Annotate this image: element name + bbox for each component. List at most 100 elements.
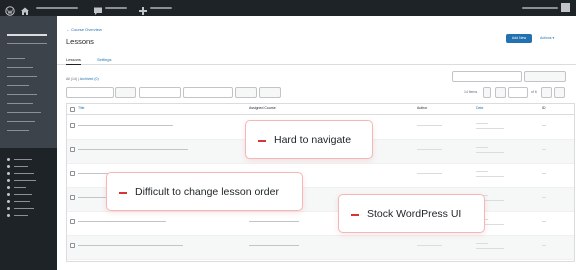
date-placeholder xyxy=(476,176,504,177)
page-title: Lessons xyxy=(66,37,94,46)
select-all-checkbox[interactable] xyxy=(70,107,75,112)
author-placeholder xyxy=(417,149,442,150)
status-filter-links: All (14) | Archived (0) xyxy=(66,77,99,81)
row-checkbox[interactable] xyxy=(70,123,75,128)
date-filter-select[interactable] xyxy=(139,87,181,98)
id-placeholder xyxy=(542,245,546,246)
id-placeholder xyxy=(542,125,546,126)
apply-button[interactable] xyxy=(115,87,136,98)
callout-text: Stock WordPress UI xyxy=(367,208,462,220)
course-placeholder xyxy=(249,245,299,246)
first-page-button[interactable] xyxy=(483,87,491,98)
sidebar-item[interactable] xyxy=(14,173,34,174)
callout-hard-to-navigate: Hard to navigate xyxy=(245,120,373,159)
current-page-input[interactable] xyxy=(508,87,528,98)
sidebar-item[interactable] xyxy=(14,201,30,202)
lesson-title-placeholder[interactable] xyxy=(78,221,166,222)
author-placeholder xyxy=(417,173,442,174)
row-checkbox[interactable] xyxy=(70,243,75,248)
column-date[interactable]: Date xyxy=(476,106,483,110)
date-placeholder xyxy=(476,248,504,249)
sidebar-subitem[interactable] xyxy=(7,76,37,77)
sidebar-subitem[interactable] xyxy=(7,121,35,122)
lesson-title-placeholder[interactable] xyxy=(78,149,188,150)
menu-dot-icon xyxy=(7,186,10,189)
search-input[interactable] xyxy=(452,71,522,82)
callout-dash-icon xyxy=(258,140,266,142)
date-placeholder xyxy=(476,128,504,129)
lesson-title-placeholder[interactable] xyxy=(78,245,183,246)
callout-lesson-order: Difficult to change lesson order xyxy=(106,172,303,211)
sidebar-item[interactable] xyxy=(14,166,28,167)
menu-dot-icon xyxy=(7,200,10,203)
actions-dropdown[interactable]: Actions ▾ xyxy=(540,34,554,43)
callout-text: Hard to navigate xyxy=(274,134,352,146)
id-placeholder xyxy=(542,221,546,222)
row-checkbox[interactable] xyxy=(70,147,75,152)
sidebar-item[interactable] xyxy=(14,215,28,216)
sidebar-subitem[interactable] xyxy=(7,112,41,113)
filter-button[interactable] xyxy=(235,87,257,98)
sidebar-subitem[interactable] xyxy=(7,58,25,59)
sidebar-item[interactable] xyxy=(14,187,26,188)
author-placeholder xyxy=(417,125,442,126)
add-new-button[interactable]: Add New xyxy=(506,34,532,43)
menu-dot-icon xyxy=(7,158,10,161)
menu-dot-icon xyxy=(7,207,10,210)
menu-dot-icon xyxy=(7,165,10,168)
callout-stock-ui: Stock WordPress UI xyxy=(338,194,485,233)
course-placeholder xyxy=(249,221,299,222)
search-button[interactable] xyxy=(524,71,566,82)
bulk-actions-select[interactable] xyxy=(66,87,114,98)
date-status-placeholder xyxy=(476,243,488,244)
row-checkbox[interactable] xyxy=(70,195,75,200)
sidebar-subitem[interactable] xyxy=(7,130,29,131)
sidebar-subitem[interactable] xyxy=(7,67,33,68)
sidebar-item[interactable] xyxy=(14,159,32,160)
id-placeholder xyxy=(542,173,546,174)
row-checkbox[interactable] xyxy=(70,171,75,176)
sidebar-active-section xyxy=(0,16,57,148)
comments-count-placeholder[interactable] xyxy=(105,7,127,9)
user-name-placeholder[interactable] xyxy=(522,7,558,9)
sidebar-item[interactable] xyxy=(7,43,47,44)
table-row[interactable] xyxy=(67,236,574,260)
sidebar-item[interactable] xyxy=(14,208,34,209)
column-title[interactable]: Title xyxy=(78,106,84,110)
site-name-placeholder[interactable] xyxy=(36,7,78,9)
tab-settings[interactable]: Settings xyxy=(97,57,111,62)
callout-dash-icon xyxy=(119,192,127,194)
lesson-title-placeholder[interactable] xyxy=(78,125,173,126)
admin-bar xyxy=(0,0,576,16)
sidebar-subitem[interactable] xyxy=(7,85,29,86)
menu-dot-icon xyxy=(7,193,10,196)
row-checkbox[interactable] xyxy=(70,219,75,224)
table-row[interactable] xyxy=(67,212,574,236)
id-placeholder xyxy=(542,149,546,150)
date-status-placeholder xyxy=(476,171,488,172)
sidebar-subitem[interactable] xyxy=(7,94,37,95)
course-filter-select[interactable] xyxy=(183,87,233,98)
callout-dash-icon xyxy=(351,214,359,216)
menu-dot-icon xyxy=(7,214,10,217)
breadcrumb[interactable]: ← Course Overview xyxy=(66,27,102,32)
next-page-button[interactable] xyxy=(541,87,552,98)
date-status-placeholder xyxy=(476,147,488,148)
column-id: ID xyxy=(542,106,546,110)
sidebar-item[interactable] xyxy=(14,180,36,181)
sidebar-item-active[interactable] xyxy=(7,34,47,36)
sidebar-subitem[interactable] xyxy=(7,103,33,104)
user-avatar-icon[interactable] xyxy=(561,3,570,12)
last-page-button[interactable] xyxy=(554,87,565,98)
new-menu-placeholder[interactable] xyxy=(150,7,172,9)
tab-bar: Lessons Settings xyxy=(57,52,576,65)
filter-all-link[interactable]: All (14) xyxy=(66,77,77,81)
tab-lessons[interactable]: Lessons xyxy=(66,57,81,65)
clear-filters-button[interactable] xyxy=(259,87,281,98)
prev-page-button[interactable] xyxy=(495,87,506,98)
items-count: 14 items xyxy=(464,90,478,94)
column-author: Author xyxy=(417,106,428,110)
filter-archived-link[interactable]: Archived (0) xyxy=(80,77,99,81)
column-assigned-course: Assigned Course xyxy=(249,106,276,110)
sidebar-item[interactable] xyxy=(14,194,32,195)
